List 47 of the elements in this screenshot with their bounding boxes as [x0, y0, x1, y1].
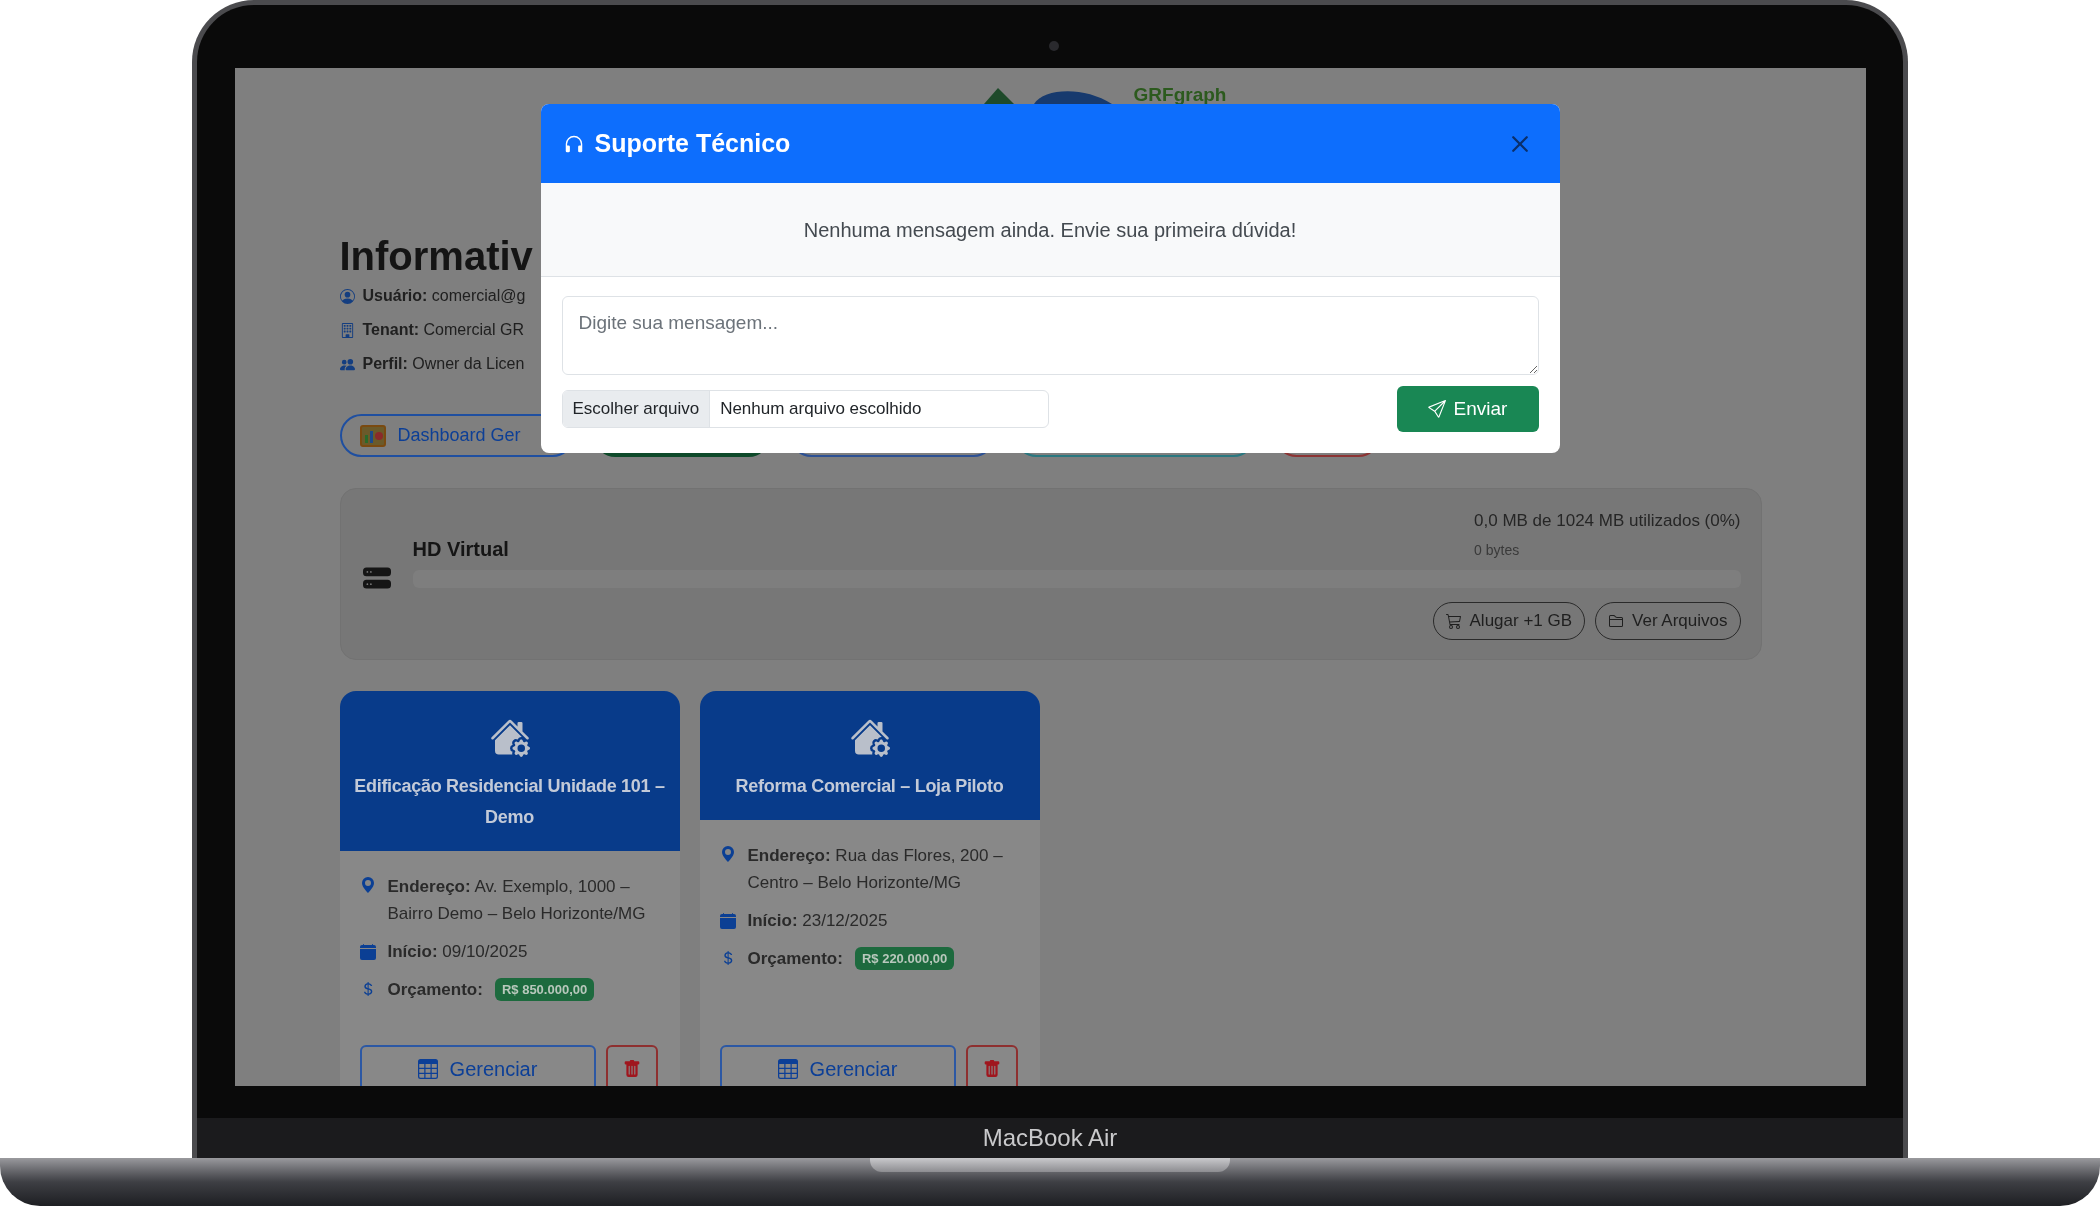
delete-button[interactable] — [605, 1045, 658, 1086]
trash-icon — [622, 1059, 641, 1079]
info-text: Tenant: Comercial GR — [362, 320, 524, 340]
address-text: Endereço: Rua das Flores, 200 – Centro – Belo Horizonte/MG — [747, 845, 1004, 894]
send-button[interactable]: Enviar — [1396, 386, 1539, 432]
user-icon — [339, 288, 355, 304]
location-pin-icon — [719, 844, 736, 864]
project-title: Reforma Comercial – Loja Piloto — [735, 775, 1004, 798]
trash-icon — [982, 1059, 1001, 1079]
empty-message: Nenhuma mensagem ainda. Envie sua primeira dúvida! — [803, 217, 1297, 243]
bytes-text: 0 bytes — [1474, 540, 1521, 560]
calendar-icon — [359, 943, 376, 960]
storage-title: HD Virtual — [412, 537, 509, 562]
folder-icon — [1608, 613, 1625, 629]
calendar-icon — [719, 912, 736, 929]
choose-file-button[interactable]: Escolher arquivo — [562, 391, 711, 427]
manage-button[interactable]: Gerenciar — [719, 1045, 956, 1086]
budget-badge: R$ 220.000,00 — [854, 946, 955, 970]
start-date-text: Início: 09/10/2025 — [387, 941, 528, 963]
budget-badge: R$ 850.000,00 — [494, 977, 595, 1001]
table-icon — [777, 1059, 798, 1079]
device-label: MacBook Air — [982, 1123, 1118, 1153]
budget-label: Orçamento: — [747, 947, 843, 970]
delete-button[interactable] — [965, 1045, 1018, 1086]
info-text: Perfil: Owner da Licen — [362, 354, 525, 374]
table-icon — [417, 1059, 438, 1079]
budget-label: Orçamento: — [387, 978, 483, 1001]
manage-button[interactable]: Gerenciar — [359, 1045, 596, 1086]
start-date-text: Início: 23/12/2025 — [747, 910, 888, 932]
brand-name: GRFgraph — [1133, 84, 1227, 106]
send-icon — [1427, 400, 1446, 418]
page-heading: Informativ — [339, 233, 533, 280]
house-gear-icon — [849, 717, 890, 757]
modal-title: Suporte Técnico — [594, 127, 791, 159]
info-text: Usuário: comercial@g — [362, 286, 526, 306]
cart-icon — [1445, 613, 1462, 629]
project-title: Edificação Residencial Unidade 101 – Demo — [353, 775, 666, 829]
message-field[interactable]: Digite sua mensagem... — [561, 296, 1539, 375]
chart-icon — [359, 424, 386, 447]
people-icon — [339, 356, 355, 372]
address-text: Endereço: Av. Exemplo, 1000 – Bairro Demo – Belo Horizonte/MG — [387, 876, 647, 925]
file-input[interactable]: Escolher arquivo Nenhum arquivo escolhido — [561, 390, 1049, 428]
location-pin-icon — [359, 875, 376, 895]
usage-text: 0,0 MB de 1024 MB utilizados (0%) — [1474, 510, 1741, 532]
file-status: Nenhum arquivo escolhido — [719, 398, 923, 421]
house-gear-icon — [489, 717, 530, 757]
building-icon — [339, 322, 355, 338]
